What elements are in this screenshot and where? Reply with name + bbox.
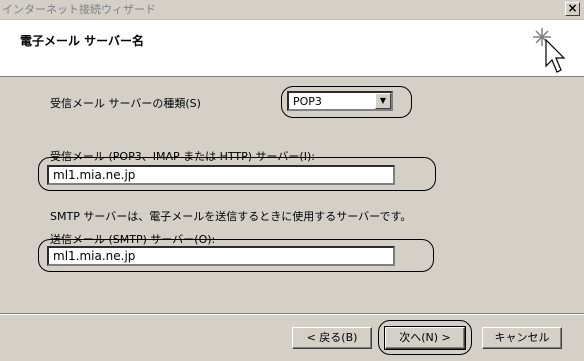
next-button[interactable]: 次へ(N) > xyxy=(384,326,466,350)
cancel-button[interactable]: キャンセル xyxy=(482,327,562,349)
dropdown-arrow-icon[interactable]: ▼ xyxy=(375,93,391,109)
incoming-type-select[interactable]: POP3 ▼ xyxy=(287,91,393,111)
close-button[interactable]: × xyxy=(565,2,580,16)
outgoing-server-input[interactable]: ml1.mia.ne.jp xyxy=(47,246,395,266)
incoming-type-label: 受信メール サーバーの種類(S) xyxy=(50,97,201,110)
incoming-type-value: POP3 xyxy=(293,95,322,108)
wizard-header: 電子メール サーバー名 xyxy=(0,20,584,77)
back-button[interactable]: < 戻る(B) xyxy=(292,327,372,349)
separator xyxy=(0,313,584,315)
page-title: 電子メール サーバー名 xyxy=(20,34,145,48)
wizard-cursor-icon xyxy=(533,28,566,73)
incoming-server-input[interactable]: ml1.mia.ne.jp xyxy=(47,165,395,185)
title-bar: インターネット接続ウィザード × xyxy=(0,0,584,20)
window-title: インターネット接続ウィザード xyxy=(2,3,156,16)
smtp-note: SMTP サーバーは、電子メールを送信するときに使用するサーバーです。 xyxy=(50,210,412,223)
